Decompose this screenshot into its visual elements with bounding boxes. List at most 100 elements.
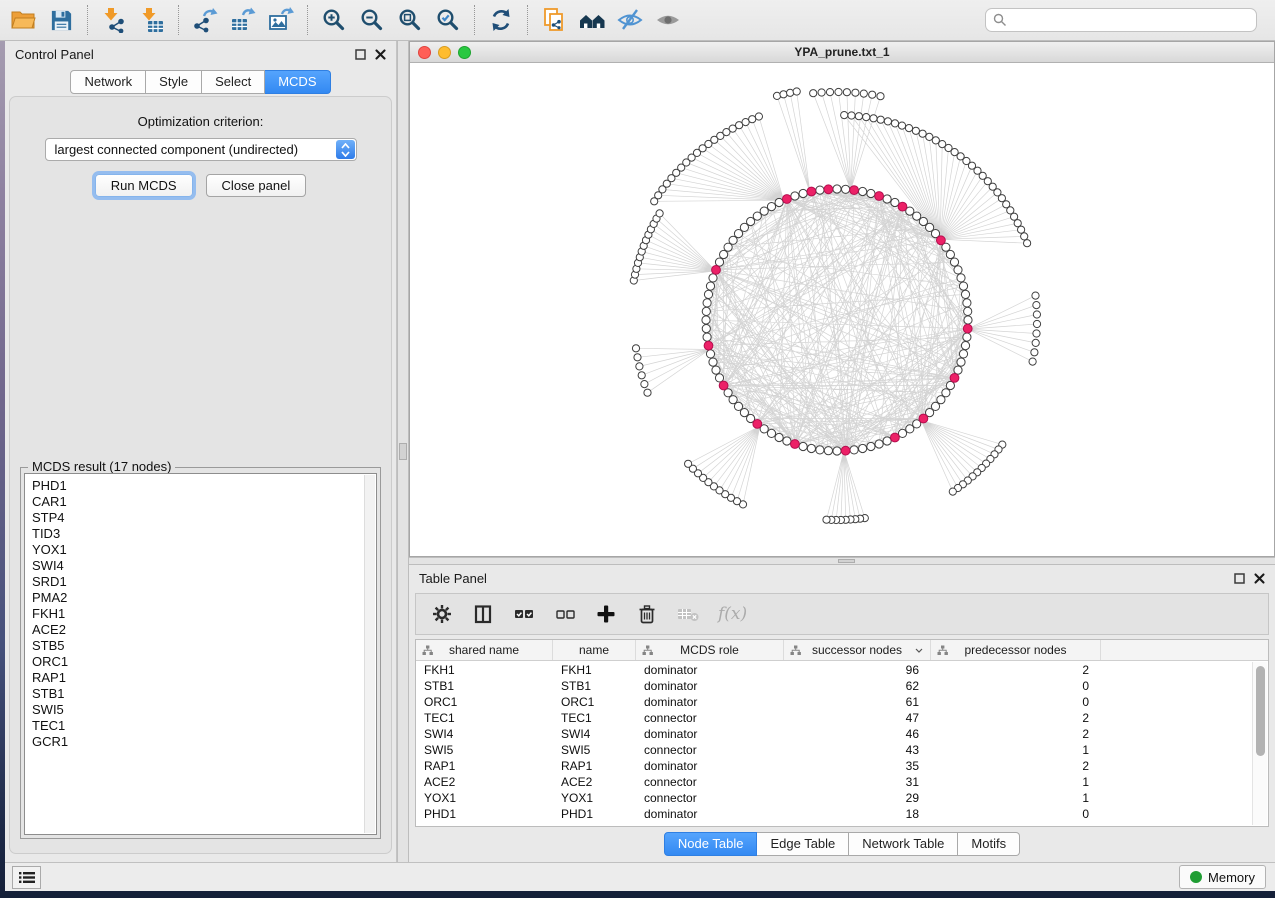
select-all-rows-button[interactable] bbox=[513, 603, 535, 625]
graph-node[interactable] bbox=[1033, 330, 1040, 337]
cell-MCDS-role[interactable]: dominator bbox=[636, 679, 784, 693]
graph-node[interactable] bbox=[787, 89, 794, 96]
graph-node[interactable] bbox=[867, 189, 875, 197]
show-panels-button[interactable] bbox=[12, 866, 41, 889]
cell-MCDS-role[interactable]: dominator bbox=[636, 663, 784, 677]
create-column-button[interactable] bbox=[595, 603, 617, 625]
cell-successor-nodes[interactable]: 18 bbox=[784, 807, 931, 821]
mcds-result-item[interactable]: SWI4 bbox=[32, 558, 376, 574]
show-all-button[interactable] bbox=[649, 2, 687, 38]
graph-node[interactable] bbox=[833, 447, 841, 455]
graph-node[interactable] bbox=[644, 389, 651, 396]
graph-node[interactable] bbox=[702, 325, 710, 333]
tab-motifs[interactable]: Motifs bbox=[958, 832, 1020, 856]
graph-node[interactable] bbox=[867, 442, 875, 450]
cell-shared-name[interactable]: PHD1 bbox=[416, 807, 553, 821]
close-panel-icon[interactable] bbox=[375, 49, 386, 60]
table-row-ORC1[interactable]: ORC1ORC1dominator610 bbox=[416, 694, 1252, 710]
mcds-result-item[interactable]: TEC1 bbox=[32, 718, 376, 734]
graph-node[interactable] bbox=[906, 425, 914, 433]
cell-predecessor-nodes[interactable]: 1 bbox=[931, 791, 1101, 805]
graph-node[interactable] bbox=[961, 342, 969, 350]
clone-network-button[interactable] bbox=[535, 2, 573, 38]
cell-name[interactable]: ORC1 bbox=[553, 695, 636, 709]
graph-node[interactable] bbox=[706, 350, 714, 358]
graph-node[interactable] bbox=[949, 488, 956, 495]
mcds-result-item[interactable]: ACE2 bbox=[32, 622, 376, 638]
graph-node[interactable] bbox=[685, 460, 692, 467]
table-row-PHD1[interactable]: PHD1PHD1dominator180 bbox=[416, 806, 1252, 822]
graph-node[interactable] bbox=[883, 195, 891, 203]
float-panel-icon[interactable] bbox=[355, 49, 366, 60]
graph-node[interactable] bbox=[869, 91, 876, 98]
graph-node[interactable] bbox=[823, 516, 830, 523]
graph-node[interactable] bbox=[1031, 349, 1038, 356]
graph-node[interactable] bbox=[859, 187, 867, 195]
graph-node[interactable] bbox=[959, 282, 967, 290]
mcds-result-item[interactable]: ORC1 bbox=[32, 654, 376, 670]
graph-node[interactable] bbox=[793, 88, 800, 95]
criterion-select[interactable]: largest connected component (undirected) bbox=[45, 138, 357, 161]
vertical-splitter[interactable] bbox=[397, 41, 409, 862]
graph-node[interactable] bbox=[715, 258, 723, 266]
graph-node[interactable] bbox=[954, 366, 962, 374]
cell-shared-name[interactable]: YOX1 bbox=[416, 791, 553, 805]
graph-node[interactable] bbox=[898, 122, 905, 129]
graph-node[interactable] bbox=[957, 358, 965, 366]
graph-node-dominator[interactable] bbox=[719, 381, 728, 390]
column-header-predecessor-nodes[interactable]: predecessor nodes bbox=[931, 640, 1101, 660]
graph-node[interactable] bbox=[775, 198, 783, 206]
graph-node[interactable] bbox=[704, 290, 712, 298]
mcds-result-item[interactable]: CAR1 bbox=[32, 494, 376, 510]
cell-MCDS-role[interactable]: connector bbox=[636, 775, 784, 789]
table-row-SWI5[interactable]: SWI5SWI5connector431 bbox=[416, 742, 1252, 758]
graph-node-dominator[interactable] bbox=[937, 236, 946, 245]
graph-node[interactable] bbox=[783, 437, 791, 445]
graph-node[interactable] bbox=[634, 354, 641, 361]
cell-successor-nodes[interactable]: 29 bbox=[784, 791, 931, 805]
cell-MCDS-role[interactable]: dominator bbox=[636, 727, 784, 741]
table-settings-button[interactable] bbox=[431, 603, 453, 625]
network-graph[interactable] bbox=[410, 63, 1274, 556]
graph-node-dominator[interactable] bbox=[791, 440, 800, 449]
mcds-result-item[interactable]: STB1 bbox=[32, 686, 376, 702]
network-window-titlebar[interactable]: YPA_prune.txt_1 bbox=[410, 42, 1274, 63]
graph-node[interactable] bbox=[850, 446, 858, 454]
graph-node[interactable] bbox=[712, 366, 720, 374]
column-header-successor-nodes[interactable]: successor nodes bbox=[784, 640, 931, 660]
window-close-button[interactable] bbox=[418, 46, 431, 59]
graph-node[interactable] bbox=[1032, 292, 1039, 299]
graph-node[interactable] bbox=[818, 89, 825, 96]
cell-name[interactable]: SWI4 bbox=[553, 727, 636, 741]
cell-successor-nodes[interactable]: 62 bbox=[784, 679, 931, 693]
graph-node-dominator[interactable] bbox=[963, 324, 972, 333]
open-session-button[interactable] bbox=[4, 2, 42, 38]
cell-successor-nodes[interactable]: 61 bbox=[784, 695, 931, 709]
table-row-FKH1[interactable]: FKH1FKH1dominator962 bbox=[416, 662, 1252, 678]
graph-node[interactable] bbox=[702, 307, 710, 315]
graph-node[interactable] bbox=[760, 207, 768, 215]
graph-node[interactable] bbox=[946, 250, 954, 258]
export-table-button[interactable] bbox=[224, 2, 262, 38]
window-minimize-button[interactable] bbox=[438, 46, 451, 59]
mcds-result-item[interactable]: FKH1 bbox=[32, 606, 376, 622]
graph-node[interactable] bbox=[833, 185, 841, 193]
mcds-result-item[interactable]: RAP1 bbox=[32, 670, 376, 686]
first-neighbors-button[interactable] bbox=[573, 2, 611, 38]
graph-node[interactable] bbox=[950, 258, 958, 266]
graph-node[interactable] bbox=[706, 282, 714, 290]
zoom-in-button[interactable] bbox=[315, 2, 353, 38]
graph-node[interactable] bbox=[852, 89, 859, 96]
cell-shared-name[interactable]: FKH1 bbox=[416, 663, 553, 677]
save-session-button[interactable] bbox=[42, 2, 80, 38]
tab-select[interactable]: Select bbox=[202, 70, 265, 94]
mcds-result-item[interactable]: TID3 bbox=[32, 526, 376, 542]
graph-node[interactable] bbox=[963, 299, 971, 307]
graph-node[interactable] bbox=[709, 358, 717, 366]
float-panel-icon[interactable] bbox=[1234, 573, 1245, 584]
cell-MCDS-role[interactable]: dominator bbox=[636, 695, 784, 709]
export-image-button[interactable] bbox=[262, 2, 300, 38]
graph-node[interactable] bbox=[720, 250, 728, 258]
cell-successor-nodes[interactable]: 31 bbox=[784, 775, 931, 789]
cell-predecessor-nodes[interactable]: 2 bbox=[931, 663, 1101, 677]
